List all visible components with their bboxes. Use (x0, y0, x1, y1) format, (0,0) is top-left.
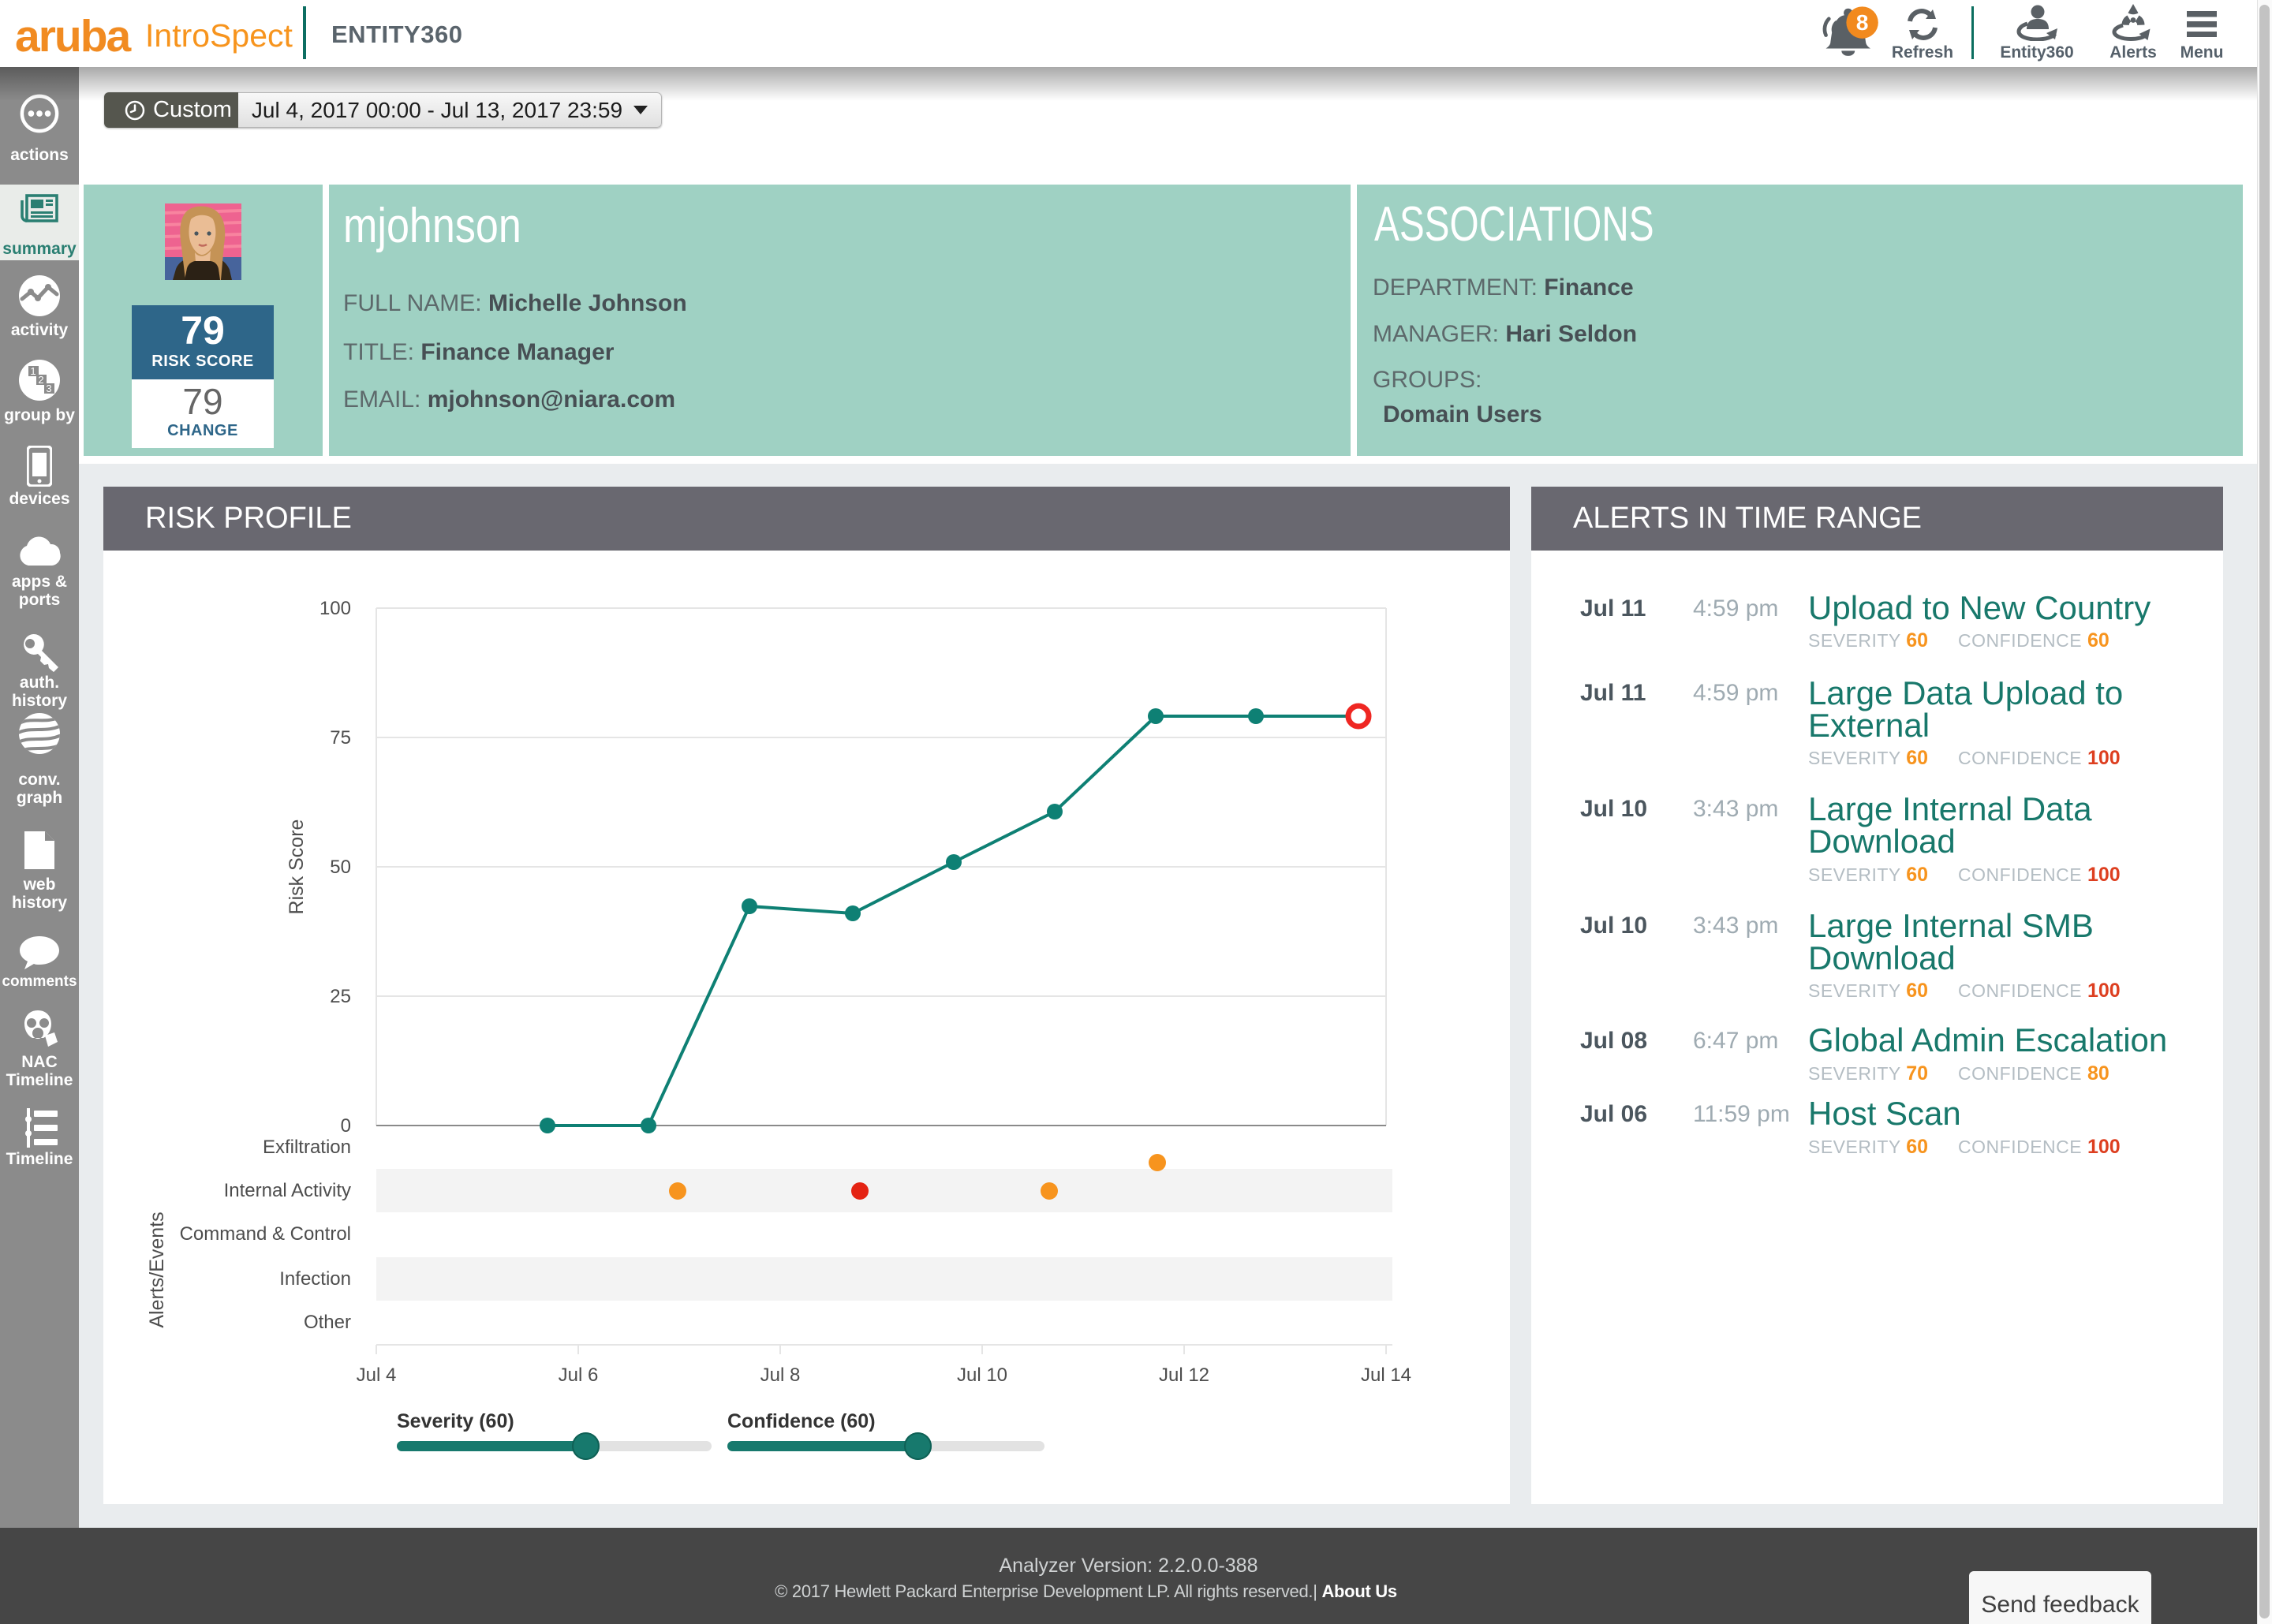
svg-text:3: 3 (46, 383, 51, 394)
svg-text:Exfiltration: Exfiltration (263, 1137, 351, 1158)
svg-text:2: 2 (38, 374, 43, 386)
svg-text:Risk Score: Risk Score (286, 819, 308, 915)
svg-text:1: 1 (30, 365, 36, 377)
svg-text:Other: Other (304, 1312, 351, 1333)
svg-text:0: 0 (341, 1115, 351, 1137)
svg-text:Jul 14: Jul 14 (1361, 1365, 1411, 1386)
svg-text:75: 75 (330, 727, 351, 749)
svg-text:100: 100 (320, 598, 351, 619)
svg-text:Jul 12: Jul 12 (1159, 1365, 1209, 1386)
svg-text:Jul 8: Jul 8 (760, 1365, 801, 1386)
svg-text:25: 25 (330, 986, 351, 1007)
svg-text:Command & Control: Command & Control (180, 1223, 351, 1245)
svg-text:Jul 6: Jul 6 (559, 1365, 599, 1386)
svg-text:50: 50 (330, 857, 351, 878)
svg-text:Jul 10: Jul 10 (957, 1365, 1007, 1386)
svg-text:Internal Activity: Internal Activity (224, 1180, 351, 1201)
svg-text:Alerts/Events: Alerts/Events (146, 1211, 168, 1327)
svg-text:Jul 4: Jul 4 (357, 1365, 397, 1386)
svg-text:8: 8 (1856, 9, 1869, 35)
svg-text:Infection: Infection (279, 1268, 351, 1290)
